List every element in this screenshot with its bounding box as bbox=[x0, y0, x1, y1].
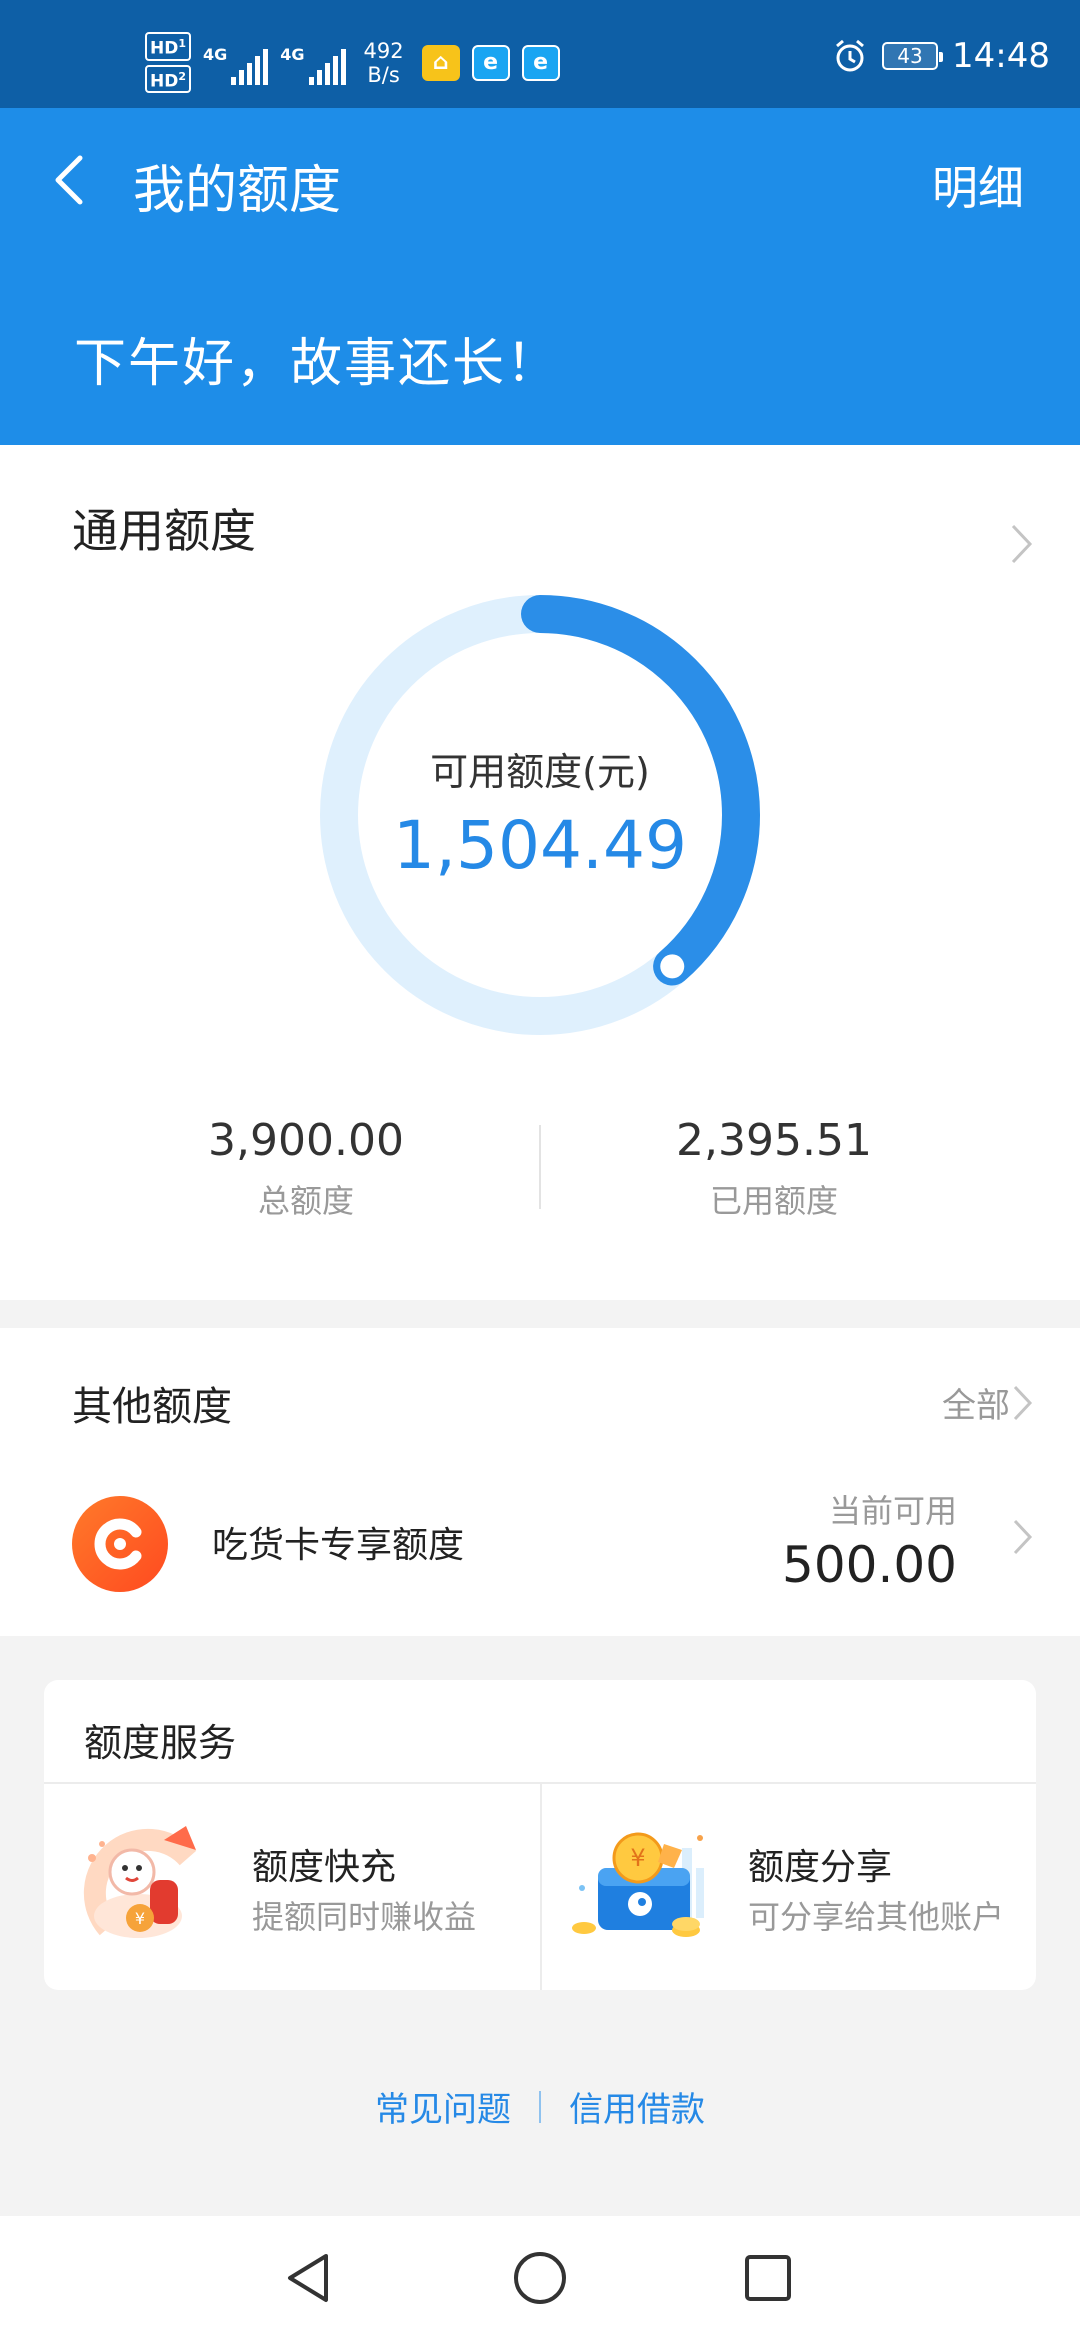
total-quota: 3,900.00 总额度 bbox=[106, 1115, 506, 1222]
clock: 14:48 bbox=[952, 36, 1050, 76]
available-amount: 1,504.49 bbox=[393, 807, 687, 884]
total-quota-value: 3,900.00 bbox=[208, 1115, 404, 1166]
service-quota-share[interactable]: ¥ 额度分享 可分享给其他账户 bbox=[540, 1784, 1036, 1990]
service-subtitle: 可分享给其他账户 bbox=[748, 1898, 1005, 1936]
available-ring: 可用额度(元) 1,504.49 bbox=[320, 595, 760, 1035]
system-nav-bar bbox=[0, 2216, 1080, 2340]
general-quota-title: 通用额度 bbox=[72, 504, 256, 558]
general-quota-card: 通用额度 可用额度(元) 1,504.49 3,900.00 总额度 2,395… bbox=[0, 445, 1080, 1300]
wallet-share-icon: ¥ bbox=[572, 1832, 704, 1937]
alarm-icon bbox=[836, 39, 864, 72]
net-speed: 492 B/s bbox=[363, 38, 404, 87]
app-notification-icon: ⌂ bbox=[421, 44, 460, 81]
signal-2: 4G bbox=[280, 41, 346, 85]
app-notification-icon: e bbox=[521, 44, 560, 81]
credit-loan-link[interactable]: 信用借款 bbox=[569, 2082, 705, 2131]
app-notification-icon: e bbox=[471, 44, 510, 81]
signal-bars-icon bbox=[231, 48, 269, 85]
nav-recents-button[interactable] bbox=[734, 2244, 802, 2312]
battery-icon: 43 bbox=[882, 42, 944, 70]
back-button[interactable] bbox=[40, 146, 96, 214]
page-title: 我的额度 bbox=[133, 161, 342, 221]
nav-home-button[interactable] bbox=[506, 2244, 574, 2312]
nav-back-icon bbox=[288, 2254, 328, 2302]
status-bar: HD1 HD2 4G 4G 492 B/s ⌂ e e 43 14:48 bbox=[0, 0, 1080, 108]
service-subtitle: 提额同时赚收益 bbox=[252, 1898, 477, 1936]
chevron-right-icon[interactable] bbox=[1012, 1518, 1034, 1556]
total-quota-label: 总额度 bbox=[257, 1182, 354, 1220]
hd-indicators: HD1 HD2 bbox=[145, 32, 191, 94]
signal-2-label: 4G bbox=[280, 44, 305, 64]
signal-1: 4G bbox=[203, 41, 269, 85]
header: 我的额度 明细 下午好，故事还长！ bbox=[0, 108, 1080, 445]
other-quota-title: 其他额度 bbox=[72, 1384, 232, 1430]
chevron-right-icon[interactable] bbox=[1012, 1384, 1034, 1422]
snack-card-icon bbox=[72, 1496, 168, 1592]
svg-text:¥: ¥ bbox=[630, 1844, 645, 1872]
current-available-label: 当前可用 bbox=[828, 1492, 957, 1530]
status-left: HD1 HD2 4G 4G 492 B/s ⌂ e e bbox=[145, 32, 560, 94]
available-label: 可用额度(元) bbox=[430, 750, 650, 794]
stat-divider bbox=[539, 1125, 541, 1209]
nav-home-icon bbox=[514, 2252, 566, 2304]
detail-link[interactable]: 明细 bbox=[932, 152, 1024, 218]
faq-link[interactable]: 常见问题 bbox=[375, 2082, 511, 2131]
ring-end-marker bbox=[660, 954, 685, 979]
snack-card-quota-label[interactable]: 吃货卡专享额度 bbox=[212, 1516, 464, 1568]
service-title: 额度分享 bbox=[748, 1847, 893, 1888]
used-quota-value: 2,395.51 bbox=[676, 1115, 872, 1166]
used-quota: 2,395.51 已用额度 bbox=[574, 1115, 974, 1222]
quota-services-card: 额度服务 ¥ 额度快充 提额同时赚收益 ¥ 额度分享 可分享给其他账户 bbox=[44, 1680, 1036, 1990]
back-arrow-icon bbox=[55, 155, 83, 205]
footer-links: 常见问题 信用借款 bbox=[0, 2082, 1080, 2131]
signal-bars-icon bbox=[308, 48, 346, 85]
nav-recents-icon bbox=[745, 2255, 791, 2301]
service-quick-charge[interactable]: ¥ 额度快充 提额同时赚收益 bbox=[44, 1784, 540, 1990]
status-right: 43 14:48 bbox=[832, 36, 1050, 76]
services-title: 额度服务 bbox=[84, 1721, 237, 1765]
signal-1-label: 4G bbox=[203, 44, 228, 64]
chevron-right-icon[interactable] bbox=[1010, 523, 1034, 565]
hd-badge-1: HD1 bbox=[145, 32, 191, 61]
used-quota-label: 已用额度 bbox=[709, 1182, 838, 1220]
nav-back-button[interactable] bbox=[274, 2244, 342, 2312]
service-title: 额度快充 bbox=[252, 1847, 397, 1888]
svg-text:¥: ¥ bbox=[135, 1909, 145, 1928]
quick-charge-icon: ¥ bbox=[83, 1826, 197, 1938]
hd-badge-2: HD2 bbox=[145, 64, 191, 94]
footer-separator bbox=[539, 2090, 541, 2123]
other-quota-card: 其他额度 全部 吃货卡专享额度 当前可用 500.00 bbox=[0, 1328, 1080, 1636]
all-link[interactable]: 全部 bbox=[942, 1378, 1010, 1427]
current-available-value: 500.00 bbox=[782, 1536, 957, 1594]
greeting-text: 下午好，故事还长！ bbox=[74, 334, 561, 394]
